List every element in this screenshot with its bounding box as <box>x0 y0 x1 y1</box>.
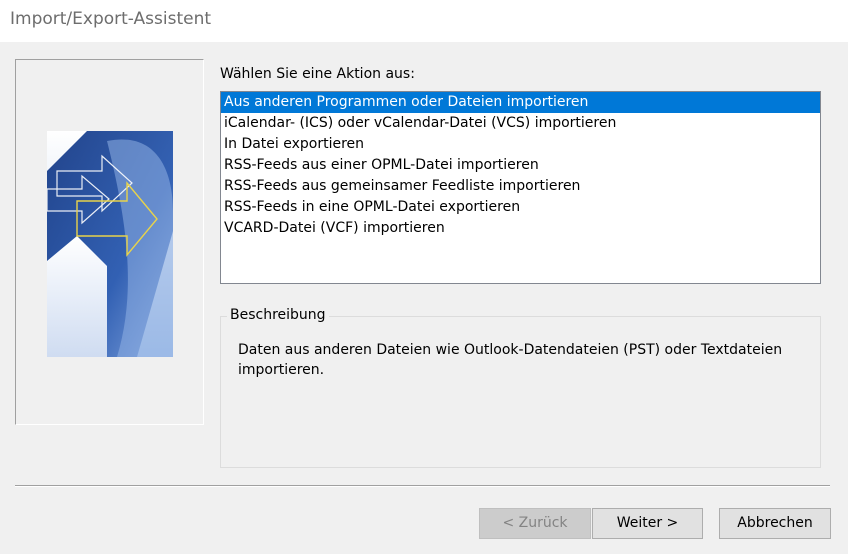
next-button[interactable]: Weiter > <box>592 508 703 539</box>
title-bar: Import/Export-Assistent <box>0 0 848 42</box>
list-item[interactable]: VCARD-Datei (VCF) importieren <box>221 218 820 239</box>
cancel-button[interactable]: Abbrechen <box>719 508 831 539</box>
description-legend: Beschreibung <box>227 307 329 323</box>
wizard-arrows-illustration <box>47 131 173 357</box>
list-item[interactable]: RSS-Feeds aus gemeinsamer Feedliste impo… <box>221 176 820 197</box>
footer-separator <box>15 485 830 487</box>
description-groupbox: Beschreibung Daten aus anderen Dateien w… <box>220 307 821 468</box>
description-text: Daten aus anderen Dateien wie Outlook-Da… <box>238 342 783 378</box>
back-button[interactable]: < Zurück <box>479 508 591 539</box>
list-item[interactable]: In Datei exportieren <box>221 134 820 155</box>
list-item[interactable]: RSS-Feeds aus einer OPML-Datei importier… <box>221 155 820 176</box>
action-prompt-label: Wählen Sie eine Aktion aus: <box>220 66 415 82</box>
list-item[interactable]: Aus anderen Programmen oder Dateien impo… <box>221 92 820 113</box>
wizard-image-panel <box>15 59 204 425</box>
list-item[interactable]: iCalendar- (ICS) oder vCalendar-Datei (V… <box>221 113 820 134</box>
action-listbox[interactable]: Aus anderen Programmen oder Dateien impo… <box>220 91 821 284</box>
window-title: Import/Export-Assistent <box>10 9 212 29</box>
list-item[interactable]: RSS-Feeds in eine OPML-Datei exportieren <box>221 197 820 218</box>
